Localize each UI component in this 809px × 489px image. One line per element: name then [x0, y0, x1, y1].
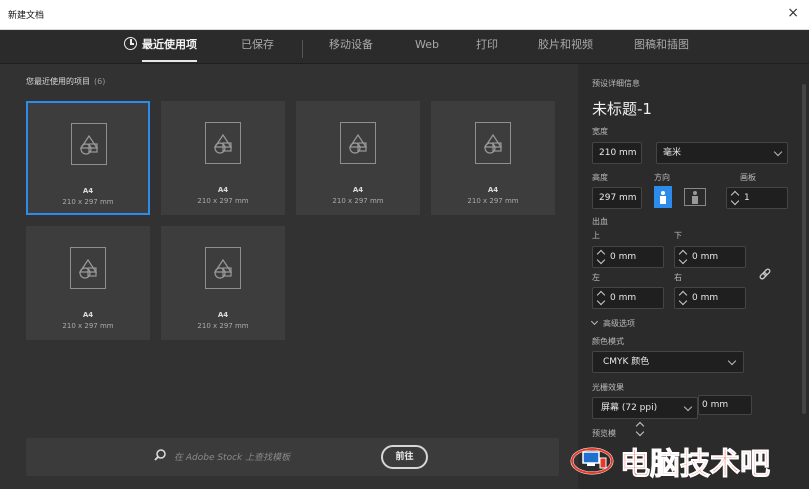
tab-print[interactable]: 打印 — [476, 30, 498, 64]
go-button[interactable]: 前往 — [381, 445, 428, 469]
advanced-options-label: 高级选项 — [603, 319, 635, 328]
category-tabs: 最近使用项 已保存 移动设备 Web 打印 胶片和视频 图稿和插图 — [0, 30, 809, 64]
bleed-right-input[interactable]: 0 mm — [674, 287, 746, 309]
stepper-icon[interactable] — [597, 250, 606, 264]
raster-offset-input[interactable]: 0 mm — [698, 395, 752, 415]
preset-size: 210 x 297 mm — [197, 197, 249, 205]
chevron-down-icon — [727, 356, 737, 366]
preset-size: 210 x 297 mm — [197, 322, 249, 330]
portrait-orientation-button[interactable] — [654, 186, 672, 208]
search-icon — [154, 449, 166, 461]
bleed-left-input[interactable]: 0 mm — [592, 287, 664, 309]
bleed-bottom-value: 0 mm — [692, 252, 719, 262]
tab-divider — [302, 40, 303, 58]
title-bar: 新建文档 × — [0, 0, 809, 30]
tab-film-video[interactable]: 胶片和视频 — [538, 30, 593, 64]
raster-effects-value: 屏幕 (72 ppi) — [601, 403, 658, 413]
bleed-top-input[interactable]: 0 mm — [592, 246, 664, 268]
details-heading: 预设详细信息 — [592, 79, 640, 88]
preset-name: A4 — [217, 311, 229, 319]
details-scrollbar[interactable] — [802, 84, 806, 414]
document-icon — [70, 247, 106, 289]
document-icon — [205, 122, 241, 164]
preset-name: A4 — [82, 311, 94, 319]
recent-heading-text: 您最近使用的项目 — [26, 77, 90, 86]
recent-heading: 您最近使用的项目 (6) — [26, 76, 105, 87]
preset-size: 210 x 297 mm — [62, 322, 114, 330]
stepper-icon[interactable] — [731, 191, 740, 205]
color-mode-label: 颜色模式 — [592, 337, 624, 346]
preset-details-panel: 预设详细信息 未标题-1 宽度 210 mm 毫米 高度 方向 画板 297 m… — [578, 64, 809, 489]
stepper-icon[interactable] — [636, 422, 645, 436]
color-mode-select[interactable]: CMYK 颜色 — [592, 351, 744, 373]
bleed-bottom-label: 下 — [674, 231, 682, 240]
close-button[interactable]: × — [787, 5, 799, 21]
orientation-label: 方向 — [654, 173, 670, 182]
watermark-logo-icon — [570, 447, 614, 475]
height-input[interactable]: 297 mm — [592, 187, 642, 209]
advanced-options-toggle[interactable]: 高级选项 — [590, 317, 635, 329]
unit-value: 毫米 — [663, 148, 682, 158]
preset-card[interactable]: A4 210 x 297 mm — [161, 101, 285, 215]
document-icon — [205, 247, 241, 289]
chevron-down-icon — [773, 147, 783, 157]
preset-card[interactable]: A4 210 x 297 mm — [296, 101, 420, 215]
bleed-top-label: 上 — [592, 231, 600, 240]
tab-art-illustration[interactable]: 图稿和插图 — [634, 30, 689, 64]
tab-saved[interactable]: 已保存 — [241, 30, 274, 64]
landscape-orientation-button[interactable] — [684, 188, 706, 206]
search-input[interactable]: 在 Adobe Stock 上查找模板 — [174, 450, 290, 463]
chevron-down-icon — [590, 317, 599, 326]
preset-size: 210 x 297 mm — [332, 197, 384, 205]
tab-mobile[interactable]: 移动设备 — [329, 30, 373, 64]
preset-name: A4 — [82, 187, 94, 195]
preset-size: 210 x 297 mm — [467, 197, 519, 205]
bleed-left-label: 左 — [592, 273, 600, 282]
bleed-bottom-input[interactable]: 0 mm — [674, 246, 746, 268]
bleed-right-label: 右 — [674, 273, 682, 282]
unit-select[interactable]: 毫米 — [656, 142, 788, 164]
watermark: 电脑技术吧 — [570, 438, 809, 489]
raster-effects-label: 光栅效果 — [592, 383, 624, 392]
tab-label: 最近使用项 — [142, 38, 197, 51]
raster-effects-select[interactable]: 屏幕 (72 ppi) — [592, 397, 698, 419]
preset-card[interactable]: A4 210 x 297 mm — [26, 226, 150, 340]
watermark-text: 电脑技术吧 — [620, 447, 771, 483]
document-icon — [71, 123, 107, 165]
link-bleed-icon[interactable] — [758, 267, 778, 287]
clock-icon — [124, 37, 137, 50]
document-icon — [340, 122, 376, 164]
window-title: 新建文档 — [8, 11, 45, 21]
document-icon — [475, 122, 511, 164]
width-input[interactable]: 210 mm — [592, 142, 642, 164]
stepper-icon[interactable] — [597, 291, 606, 305]
tab-web[interactable]: Web — [415, 30, 439, 64]
height-label: 高度 — [592, 173, 608, 182]
bleed-right-value: 0 mm — [692, 293, 719, 303]
recent-count: (6) — [94, 77, 106, 86]
preset-name: A4 — [487, 186, 499, 194]
color-mode-value: CMYK 颜色 — [603, 357, 650, 367]
preset-name: A4 — [352, 186, 364, 194]
preset-card[interactable]: A4 210 x 297 mm — [431, 101, 555, 215]
artboards-label: 画板 — [740, 173, 756, 182]
bleed-label: 出血 — [592, 217, 608, 226]
artboards-value: 1 — [744, 193, 750, 203]
chevron-down-icon — [683, 402, 693, 412]
preset-name: A4 — [217, 186, 229, 194]
document-title-field[interactable]: 未标题-1 — [592, 98, 652, 119]
stepper-icon[interactable] — [679, 250, 688, 264]
bleed-top-value: 0 mm — [610, 252, 637, 262]
artboards-input[interactable]: 1 — [726, 187, 788, 209]
preset-size: 210 x 297 mm — [62, 198, 114, 206]
bleed-left-value: 0 mm — [610, 293, 637, 303]
preset-card[interactable]: A4 210 x 297 mm — [161, 226, 285, 340]
new-document-dialog: 新建文档 × 最近使用项 已保存 移动设备 Web 打印 胶片和视频 图稿和插图… — [0, 0, 809, 489]
recent-panel: 您最近使用的项目 (6) A4 210 x 297 mm A4 210 x 297… — [10, 66, 572, 480]
tab-recent[interactable]: 最近使用项 — [124, 30, 197, 64]
width-label: 宽度 — [592, 127, 608, 136]
stepper-icon[interactable] — [679, 291, 688, 305]
preset-card[interactable]: A4 210 x 297 mm — [26, 101, 150, 215]
stock-search-bar: 在 Adobe Stock 上查找模板 前往 — [26, 438, 559, 476]
